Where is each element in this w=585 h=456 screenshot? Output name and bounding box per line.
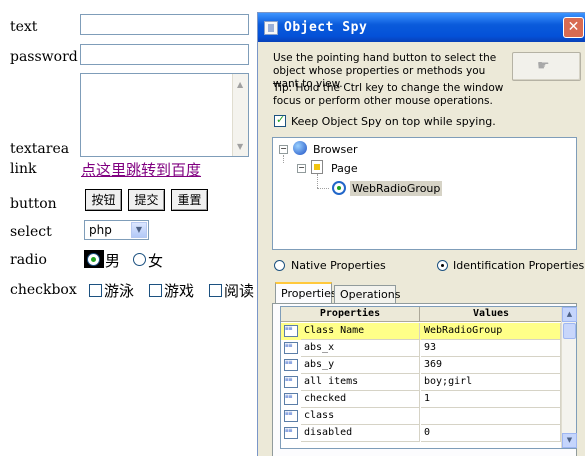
grid-cell-property: Class Name [301, 323, 420, 340]
language-select[interactable]: php ▼ [84, 220, 149, 240]
password-input[interactable] [80, 44, 249, 65]
grid-body: ≡≡ Class Name WebRadioGroup ≡≡ abs_x 93 ≡≡ abs_… [281, 323, 561, 448]
checkbox-reading[interactable] [209, 284, 222, 297]
property-icon: ≡≡ [284, 342, 298, 354]
webradiogroup-icon [332, 181, 346, 195]
title-bar[interactable]: Object Spy ✕ [258, 13, 585, 42]
grid-row[interactable]: ≡≡ checked 1 [281, 391, 561, 408]
radio-female[interactable] [133, 253, 146, 266]
object-spy-window: Object Spy ✕ Use the pointing hand butto… [257, 12, 585, 456]
close-icon[interactable]: ✕ [563, 17, 584, 38]
page-icon [311, 160, 323, 174]
button-label: button [10, 196, 57, 212]
object-spy-app-icon [264, 21, 278, 35]
checkbox-gaming-label: 游戏 [164, 282, 195, 300]
grid-cell-property: abs_x [301, 340, 420, 357]
scroll-thumb[interactable] [563, 323, 576, 339]
password-label: password [10, 49, 78, 65]
grid-row[interactable]: ≡≡ all items boy;girl [281, 374, 561, 391]
grid-cell-property: checked [301, 391, 420, 408]
grid-cell-value: 0 [421, 425, 561, 442]
object-tree[interactable]: − Browser − Page WebRadioGroup [272, 137, 577, 250]
pointing-hand-icon: ☛ [537, 58, 550, 74]
grid-header-values[interactable]: Values [421, 307, 561, 322]
grid-row[interactable]: ≡≡ Class Name WebRadioGroup [281, 323, 561, 340]
radio-label: radio [10, 252, 47, 268]
grid-cell-value: 93 [421, 340, 561, 357]
radio-male-label: 男 [105, 252, 121, 270]
grid-cell-property: abs_y [301, 357, 420, 374]
pointing-hand-button[interactable]: ☛ [512, 52, 581, 81]
property-icon: ≡≡ [284, 393, 298, 405]
window-title: Object Spy [284, 20, 368, 35]
native-properties-label: Native Properties [291, 259, 386, 272]
keep-on-top-label: Keep Object Spy on top while spying. [291, 115, 496, 128]
radio-male[interactable] [87, 253, 100, 266]
browser-icon [293, 141, 307, 155]
grid-cell-property: all items [301, 374, 420, 391]
tree-collapse-icon[interactable]: − [279, 145, 288, 154]
tab-properties[interactable]: Properties [275, 282, 337, 304]
scroll-down-icon[interactable]: ▼ [562, 433, 577, 448]
scroll-down-icon[interactable]: ▼ [237, 142, 243, 151]
checkbox-label: checkbox [10, 282, 77, 298]
tab-operations-label: Operations [340, 288, 401, 301]
checkbox-swimming[interactable] [89, 284, 102, 297]
grid-row[interactable]: ≡≡ class [281, 408, 561, 425]
property-icon: ≡≡ [284, 376, 298, 388]
scroll-up-icon[interactable]: ▲ [237, 80, 243, 89]
textarea-label: textarea [10, 141, 70, 157]
grid-row[interactable]: ≡≡ abs_x 93 [281, 340, 561, 357]
native-properties-radio[interactable] [274, 260, 285, 271]
grid-cell-property: class [301, 408, 420, 425]
property-icon: ≡≡ [284, 427, 298, 439]
anniu-button[interactable]: 按钮 [85, 189, 122, 211]
grid-header: Properties Values [281, 307, 561, 322]
grid-cell-value: boy;girl [421, 374, 561, 391]
property-icon: ≡≡ [284, 325, 298, 337]
checkbox-reading-label: 阅读 [224, 282, 255, 300]
textarea-input[interactable]: ▲ ▼ [80, 73, 249, 157]
tip-text: Tip: Hold the Ctrl key to change the win… [273, 82, 504, 107]
grid-cell-value: 1 [421, 391, 561, 408]
properties-grid[interactable]: Properties Values ≡≡ Class Name WebRadioGr… [280, 306, 577, 449]
tab-operations[interactable]: Operations [334, 285, 400, 304]
grid-row[interactable]: ≡≡ disabled 0 [281, 425, 561, 442]
link-label: link [10, 161, 37, 177]
grid-header-properties[interactable]: Properties [281, 307, 420, 322]
radio-female-label: 女 [148, 252, 164, 270]
identification-properties-label: Identification Properties [453, 259, 585, 272]
chevron-down-icon[interactable]: ▼ [131, 222, 147, 238]
scroll-up-icon[interactable]: ▲ [562, 307, 577, 322]
submit-button[interactable]: 提交 [128, 189, 165, 211]
radio-male-focus[interactable] [84, 250, 104, 268]
grid-cell-property: disabled [301, 425, 420, 442]
property-icon: ≡≡ [284, 359, 298, 371]
tree-item-webradiogroup[interactable]: WebRadioGroup [350, 181, 443, 196]
text-input[interactable] [80, 14, 249, 35]
checkbox-gaming[interactable] [149, 284, 162, 297]
tree-item-page[interactable]: Page [331, 162, 358, 175]
grid-cell-value: WebRadioGroup [421, 323, 561, 340]
checkbox-swimming-label: 游泳 [104, 282, 135, 300]
reset-button[interactable]: 重置 [171, 189, 208, 211]
tab-properties-label: Properties [281, 287, 337, 300]
tree-collapse-icon[interactable]: − [297, 164, 306, 173]
keep-on-top-checkbox[interactable]: ✓ [274, 113, 286, 127]
text-label: text [10, 19, 38, 35]
baidu-link[interactable]: 点这里跳转到百度 [81, 159, 201, 180]
grid-scrollbar[interactable]: ▲ ▼ [561, 307, 577, 448]
tree-item-browser[interactable]: Browser [313, 143, 358, 156]
grid-cell-value [421, 408, 561, 425]
select-value: php [89, 223, 112, 237]
property-icon: ≡≡ [284, 410, 298, 422]
select-label: select [10, 224, 52, 240]
grid-cell-value: 369 [421, 357, 561, 374]
identification-properties-radio[interactable] [437, 260, 448, 271]
textarea-scrollbar[interactable]: ▲ ▼ [232, 74, 248, 156]
grid-row[interactable]: ≡≡ abs_y 369 [281, 357, 561, 374]
